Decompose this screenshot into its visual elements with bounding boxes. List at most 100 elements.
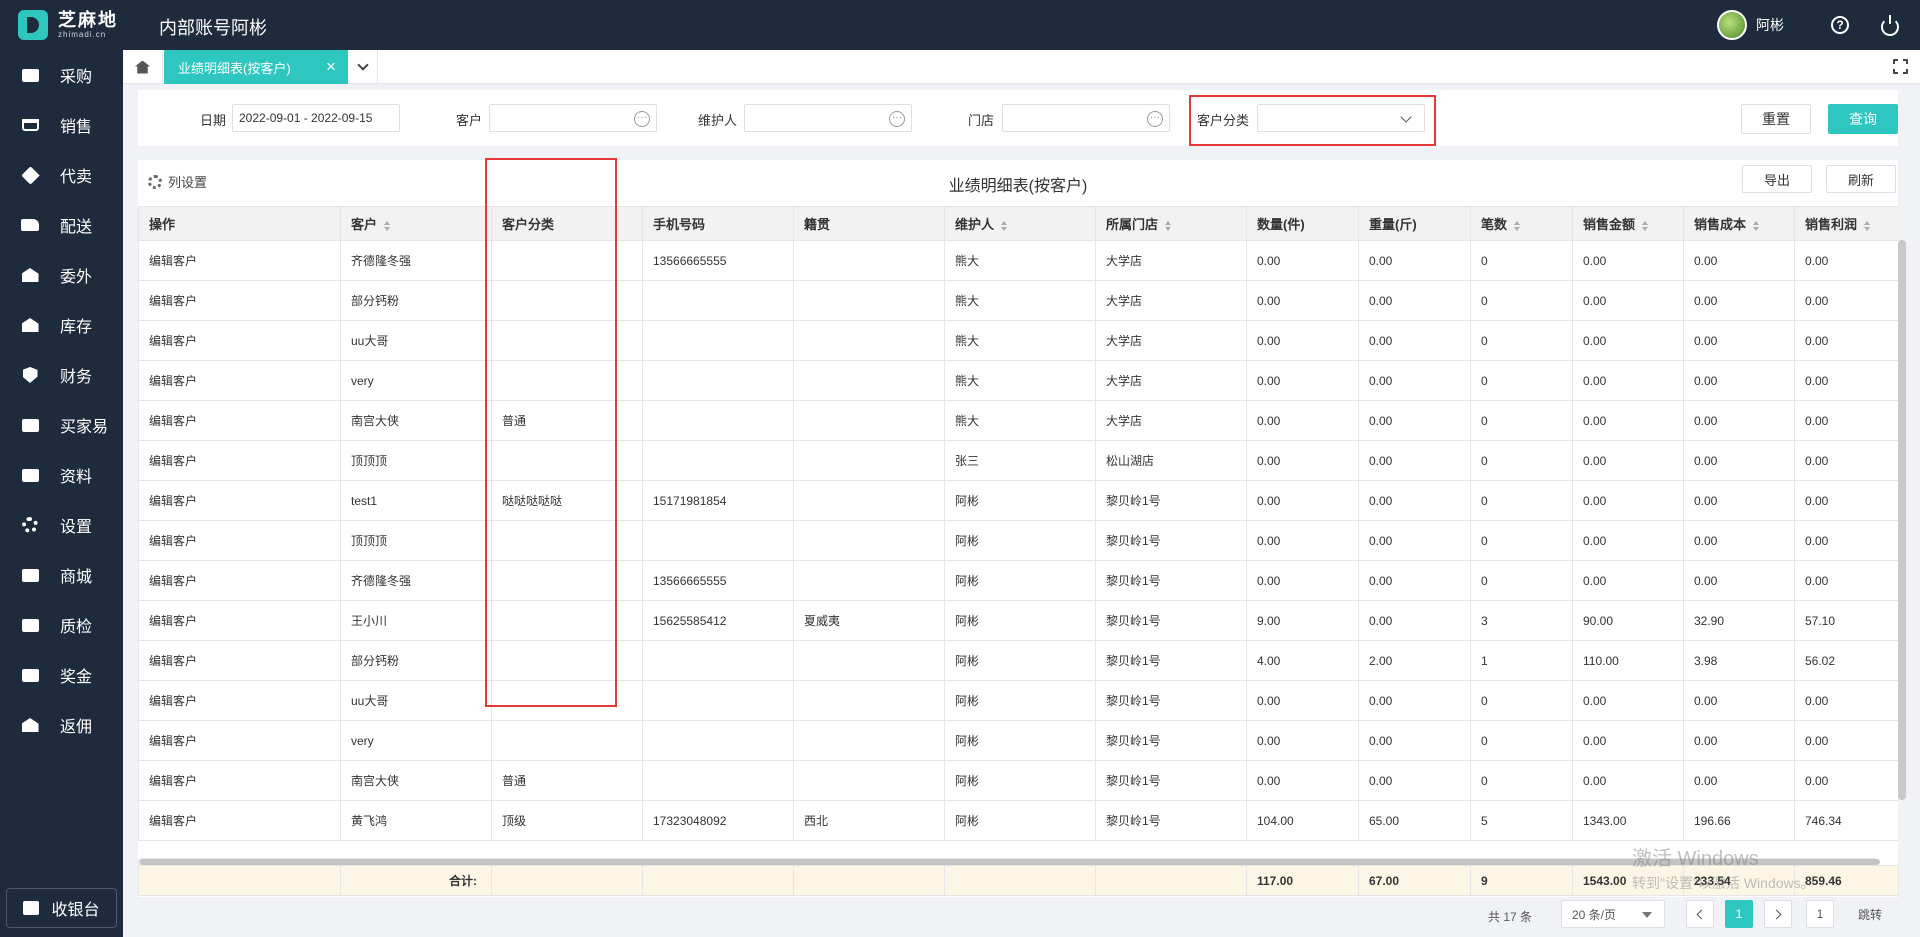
logo[interactable]: 芝麻地 zhimadi.cn [18,10,118,40]
avatar[interactable] [1717,10,1747,40]
warehouse-icon-shape [21,718,39,732]
customer-category-select[interactable] [1257,104,1425,132]
edit-customer-link[interactable]: 编辑客户 [138,760,341,801]
edit-customer-link[interactable]: 编辑客户 [138,560,341,601]
sidebar-item-4[interactable]: 委外 [0,250,123,300]
edit-customer-link[interactable]: 编辑客户 [138,800,341,841]
fullscreen-icon[interactable] [1892,58,1911,77]
table-row: 编辑客户 南宫大侠 普通 阿彬 黎贝岭1号 0.00 0.00 0 0.00 0.00 0.00 [138,760,1898,801]
column-header[interactable]: 销售金额 [1572,206,1684,241]
column-header[interactable]: 销售利润 [1794,206,1898,241]
table-cell [491,680,643,721]
edit-customer-link[interactable]: 编辑客户 [138,400,341,441]
sort-icon[interactable] [1642,220,1649,231]
maintainer-input[interactable]: ··· [744,104,912,132]
table-row: 编辑客户 南宫大侠 普通 熊大 大学店 0.00 0.00 0 0.00 0.00 0.00 [138,400,1898,441]
sort-icon[interactable] [384,220,391,231]
edit-customer-link[interactable]: 编辑客户 [138,360,341,401]
sidebar-item-3[interactable]: 配送 [0,200,123,250]
more-options-icon[interactable]: ··· [889,111,905,127]
sidebar-item-label: 买家易 [60,419,109,436]
table-row: 编辑客户 王小川 15625585412 夏威夷 阿彬 黎贝岭1号 9.00 0.00 3 90.… [138,600,1898,641]
customer-input[interactable]: ··· [489,104,657,132]
vertical-scrollbar[interactable] [1898,240,1906,800]
edit-customer-link[interactable]: 编辑客户 [138,680,341,721]
table-cell: 普通 [491,760,643,801]
cashier-icon [23,901,40,915]
column-settings-button[interactable]: 列设置 [148,172,207,191]
refresh-button[interactable]: 刷新 [1826,165,1896,193]
edit-customer-link[interactable]: 编辑客户 [138,280,341,321]
help-icon: ? [1831,16,1849,34]
sort-icon[interactable] [1165,220,1172,231]
sidebar-item-10[interactable]: 商城 [0,550,123,600]
page-size-select[interactable]: 20 条/页 [1561,900,1665,928]
sidebar-item-6[interactable]: 财务 [0,350,123,400]
reset-button[interactable]: 重置 [1741,104,1811,134]
table-cell: 大学店 [1095,320,1247,361]
jump-page-input[interactable]: 1 [1806,900,1834,928]
jump-button[interactable]: 跳转 [1850,900,1890,928]
edit-customer-link[interactable]: 编辑客户 [138,240,341,281]
sidebar-item-5[interactable]: 库存 [0,300,123,350]
edit-customer-link[interactable]: 编辑客户 [138,600,341,641]
table-cell: 0 [1470,760,1573,801]
logout-button[interactable] [1870,0,1910,50]
sidebar-item-8[interactable]: 资料 [0,450,123,500]
close-icon[interactable]: × [322,58,340,76]
table-row: 编辑客户 顶顶顶 阿彬 黎贝岭1号 0.00 0.00 0 0.00 0.00 0.00 [138,520,1898,561]
sidebar-item-0[interactable]: 采购 [0,50,123,100]
tab-list-dropdown[interactable] [349,50,378,84]
sidebar-item-9[interactable]: 设置 [0,500,123,550]
column-header[interactable]: 销售成本 [1683,206,1795,241]
help-button[interactable]: ? [1820,0,1860,50]
sort-icon[interactable] [1514,220,1521,231]
sort-icon[interactable] [1864,220,1871,231]
table-row: 编辑客户 uu大哥 阿彬 黎贝岭1号 0.00 0.00 0 0.00 0.00 0.00 [138,680,1898,721]
sidebar-item-label: 委外 [60,269,93,286]
table-row: 编辑客户 部分钙粉 阿彬 黎贝岭1号 4.00 2.00 1 110.00 3.98 56.02 [138,640,1898,681]
table-cell: 0.00 [1246,440,1359,481]
table-cell [793,640,945,681]
sort-icon[interactable] [1001,220,1008,231]
sort-icon[interactable] [1753,220,1760,231]
date-range-input[interactable]: 2022-09-01 - 2022-09-15 [232,104,400,132]
tab-performance-detail[interactable]: 业绩明细表(按客户) × [164,50,348,84]
sidebar-item-1[interactable]: 销售 [0,100,123,150]
column-header[interactable]: 客户 [340,206,492,241]
column-header[interactable]: 维护人 [944,206,1096,241]
edit-customer-link[interactable]: 编辑客户 [138,640,341,681]
table-cell: 0.00 [1358,520,1471,561]
sidebar-item-11[interactable]: 质检 [0,600,123,650]
edit-customer-link[interactable]: 编辑客户 [138,320,341,361]
sidebar-item-label: 返佣 [60,719,93,736]
store-input[interactable]: ··· [1002,104,1170,132]
table-cell: 黎贝岭1号 [1095,680,1247,721]
query-button[interactable]: 查询 [1828,104,1898,134]
page-number-current[interactable]: 1 [1725,900,1753,928]
finance-icon [20,367,40,383]
export-button[interactable]: 导出 [1742,165,1812,193]
data-table-container[interactable]: 操作 客户 客户分类 手机号码 籍贯 维护人 所属门店 数量(件) 重量(斤) 笔数 销售金额 销售成… [138,206,1898,865]
table-cell: uu大哥 [340,680,492,721]
home-button[interactable] [123,50,163,84]
sidebar-item-13[interactable]: 返佣 [0,700,123,750]
more-options-icon[interactable]: ··· [1147,111,1163,127]
more-options-icon[interactable]: ··· [634,111,650,127]
column-header[interactable]: 笔数 [1470,206,1573,241]
total-count: 共 17 条 [1488,910,1533,924]
sidebar-item-7[interactable]: 买家易 [0,400,123,450]
edit-customer-link[interactable]: 编辑客户 [138,720,341,761]
user-name[interactable]: 阿彬 [1756,15,1784,35]
totals-cell: 859.46 [1794,865,1899,896]
next-page-button[interactable] [1764,900,1792,928]
edit-customer-link[interactable]: 编辑客户 [138,520,341,561]
column-header[interactable]: 所属门店 [1095,206,1247,241]
prev-page-button[interactable] [1686,900,1714,928]
sidebar-item-12[interactable]: 奖金 [0,650,123,700]
edit-customer-link[interactable]: 编辑客户 [138,440,341,481]
sidebar-item-2[interactable]: 代卖 [0,150,123,200]
table-cell: 1343.00 [1572,800,1684,841]
cashier-button[interactable]: 收银台 [6,888,117,928]
edit-customer-link[interactable]: 编辑客户 [138,480,341,521]
